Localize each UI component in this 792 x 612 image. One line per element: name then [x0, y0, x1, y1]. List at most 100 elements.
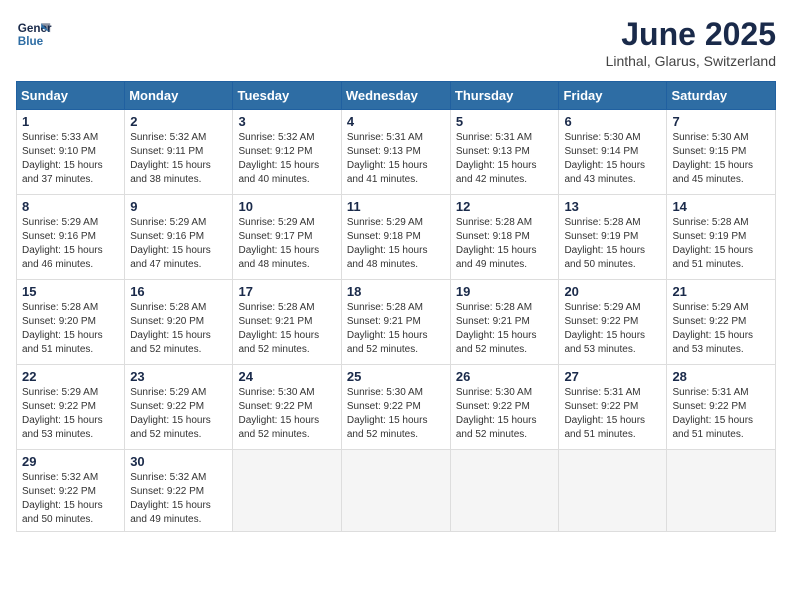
day-number: 14: [672, 199, 770, 214]
daylight-label: Daylight: 15 hours and 42 minutes.: [456, 160, 537, 185]
sunrise-label: Sunrise: 5:29 AM: [347, 217, 423, 228]
daylight-label: Daylight: 15 hours and 50 minutes.: [564, 245, 645, 270]
sunset-label: Sunset: 9:22 PM: [672, 401, 746, 412]
sunset-label: Sunset: 9:22 PM: [22, 401, 96, 412]
day-detail: Sunrise: 5:29 AM Sunset: 9:22 PM Dayligh…: [130, 386, 227, 442]
day-number: 28: [672, 369, 770, 384]
sunrise-label: Sunrise: 5:28 AM: [564, 217, 640, 228]
sunrise-label: Sunrise: 5:28 AM: [22, 302, 98, 313]
day-number: 1: [22, 114, 119, 129]
day-detail: Sunrise: 5:29 AM Sunset: 9:22 PM Dayligh…: [22, 386, 119, 442]
calendar-day-cell: [667, 450, 776, 532]
calendar-week-row: 15 Sunrise: 5:28 AM Sunset: 9:20 PM Dayl…: [17, 280, 776, 365]
day-detail: Sunrise: 5:30 AM Sunset: 9:22 PM Dayligh…: [456, 386, 554, 442]
sunrise-label: Sunrise: 5:28 AM: [456, 217, 532, 228]
day-detail: Sunrise: 5:28 AM Sunset: 9:21 PM Dayligh…: [238, 301, 335, 357]
sunset-label: Sunset: 9:13 PM: [456, 146, 530, 157]
sunset-label: Sunset: 9:11 PM: [130, 146, 203, 157]
calendar-day-cell: 13 Sunrise: 5:28 AM Sunset: 9:19 PM Dayl…: [559, 195, 667, 280]
daylight-label: Daylight: 15 hours and 52 minutes.: [347, 330, 428, 355]
day-detail: Sunrise: 5:28 AM Sunset: 9:19 PM Dayligh…: [564, 216, 661, 272]
calendar-day-cell: [341, 450, 450, 532]
sunset-label: Sunset: 9:16 PM: [22, 231, 96, 242]
sunset-label: Sunset: 9:20 PM: [22, 316, 96, 327]
sunrise-label: Sunrise: 5:29 AM: [130, 217, 206, 228]
header-wednesday: Wednesday: [341, 82, 450, 110]
day-number: 20: [564, 284, 661, 299]
daylight-label: Daylight: 15 hours and 52 minutes.: [130, 330, 211, 355]
calendar-day-cell: 11 Sunrise: 5:29 AM Sunset: 9:18 PM Dayl…: [341, 195, 450, 280]
sunset-label: Sunset: 9:22 PM: [564, 401, 638, 412]
sunset-label: Sunset: 9:22 PM: [130, 486, 204, 497]
day-detail: Sunrise: 5:32 AM Sunset: 9:11 PM Dayligh…: [130, 131, 227, 187]
day-number: 10: [238, 199, 335, 214]
calendar-day-cell: 14 Sunrise: 5:28 AM Sunset: 9:19 PM Dayl…: [667, 195, 776, 280]
day-number: 17: [238, 284, 335, 299]
sunset-label: Sunset: 9:12 PM: [238, 146, 312, 157]
header-monday: Monday: [125, 82, 233, 110]
calendar-day-cell: 23 Sunrise: 5:29 AM Sunset: 9:22 PM Dayl…: [125, 365, 233, 450]
calendar-day-cell: [233, 450, 341, 532]
month-year: June 2025: [606, 16, 776, 53]
sunset-label: Sunset: 9:21 PM: [238, 316, 312, 327]
sunrise-label: Sunrise: 5:30 AM: [564, 132, 640, 143]
day-number: 8: [22, 199, 119, 214]
sunset-label: Sunset: 9:22 PM: [22, 486, 96, 497]
day-detail: Sunrise: 5:31 AM Sunset: 9:13 PM Dayligh…: [347, 131, 445, 187]
day-detail: Sunrise: 5:30 AM Sunset: 9:22 PM Dayligh…: [347, 386, 445, 442]
day-number: 13: [564, 199, 661, 214]
calendar-day-cell: 16 Sunrise: 5:28 AM Sunset: 9:20 PM Dayl…: [125, 280, 233, 365]
day-detail: Sunrise: 5:30 AM Sunset: 9:15 PM Dayligh…: [672, 131, 770, 187]
sunset-label: Sunset: 9:22 PM: [564, 316, 638, 327]
title-block: June 2025 Linthal, Glarus, Switzerland: [606, 16, 776, 69]
day-detail: Sunrise: 5:28 AM Sunset: 9:21 PM Dayligh…: [347, 301, 445, 357]
sunrise-label: Sunrise: 5:28 AM: [238, 302, 314, 313]
day-detail: Sunrise: 5:30 AM Sunset: 9:22 PM Dayligh…: [238, 386, 335, 442]
daylight-label: Daylight: 15 hours and 41 minutes.: [347, 160, 428, 185]
day-detail: Sunrise: 5:29 AM Sunset: 9:18 PM Dayligh…: [347, 216, 445, 272]
daylight-label: Daylight: 15 hours and 52 minutes.: [238, 415, 319, 440]
day-number: 16: [130, 284, 227, 299]
daylight-label: Daylight: 15 hours and 49 minutes.: [130, 500, 211, 525]
sunrise-label: Sunrise: 5:28 AM: [456, 302, 532, 313]
day-number: 5: [456, 114, 554, 129]
sunset-label: Sunset: 9:20 PM: [130, 316, 204, 327]
day-number: 21: [672, 284, 770, 299]
sunset-label: Sunset: 9:22 PM: [347, 401, 421, 412]
day-detail: Sunrise: 5:28 AM Sunset: 9:20 PM Dayligh…: [22, 301, 119, 357]
sunset-label: Sunset: 9:22 PM: [130, 401, 204, 412]
sunrise-label: Sunrise: 5:28 AM: [130, 302, 206, 313]
header-thursday: Thursday: [450, 82, 559, 110]
day-number: 4: [347, 114, 445, 129]
calendar-day-cell: 18 Sunrise: 5:28 AM Sunset: 9:21 PM Dayl…: [341, 280, 450, 365]
day-number: 19: [456, 284, 554, 299]
daylight-label: Daylight: 15 hours and 37 minutes.: [22, 160, 103, 185]
sunrise-label: Sunrise: 5:30 AM: [347, 387, 423, 398]
header-tuesday: Tuesday: [233, 82, 341, 110]
calendar-week-row: 8 Sunrise: 5:29 AM Sunset: 9:16 PM Dayli…: [17, 195, 776, 280]
calendar-day-cell: 8 Sunrise: 5:29 AM Sunset: 9:16 PM Dayli…: [17, 195, 125, 280]
calendar-day-cell: 22 Sunrise: 5:29 AM Sunset: 9:22 PM Dayl…: [17, 365, 125, 450]
daylight-label: Daylight: 15 hours and 51 minutes.: [564, 415, 645, 440]
daylight-label: Daylight: 15 hours and 46 minutes.: [22, 245, 103, 270]
day-detail: Sunrise: 5:29 AM Sunset: 9:22 PM Dayligh…: [564, 301, 661, 357]
day-detail: Sunrise: 5:32 AM Sunset: 9:12 PM Dayligh…: [238, 131, 335, 187]
calendar-week-row: 22 Sunrise: 5:29 AM Sunset: 9:22 PM Dayl…: [17, 365, 776, 450]
logo-icon: General Blue: [16, 16, 52, 52]
sunrise-label: Sunrise: 5:29 AM: [22, 387, 98, 398]
calendar-day-cell: 3 Sunrise: 5:32 AM Sunset: 9:12 PM Dayli…: [233, 110, 341, 195]
calendar-day-cell: 20 Sunrise: 5:29 AM Sunset: 9:22 PM Dayl…: [559, 280, 667, 365]
daylight-label: Daylight: 15 hours and 38 minutes.: [130, 160, 211, 185]
daylight-label: Daylight: 15 hours and 52 minutes.: [347, 415, 428, 440]
sunset-label: Sunset: 9:22 PM: [238, 401, 312, 412]
sunrise-label: Sunrise: 5:28 AM: [672, 217, 748, 228]
calendar-day-cell: 17 Sunrise: 5:28 AM Sunset: 9:21 PM Dayl…: [233, 280, 341, 365]
daylight-label: Daylight: 15 hours and 45 minutes.: [672, 160, 753, 185]
location: Linthal, Glarus, Switzerland: [606, 53, 776, 69]
day-number: 2: [130, 114, 227, 129]
sunset-label: Sunset: 9:17 PM: [238, 231, 312, 242]
calendar-week-row: 1 Sunrise: 5:33 AM Sunset: 9:10 PM Dayli…: [17, 110, 776, 195]
day-number: 29: [22, 454, 119, 469]
sunset-label: Sunset: 9:16 PM: [130, 231, 204, 242]
calendar-day-cell: 19 Sunrise: 5:28 AM Sunset: 9:21 PM Dayl…: [450, 280, 559, 365]
